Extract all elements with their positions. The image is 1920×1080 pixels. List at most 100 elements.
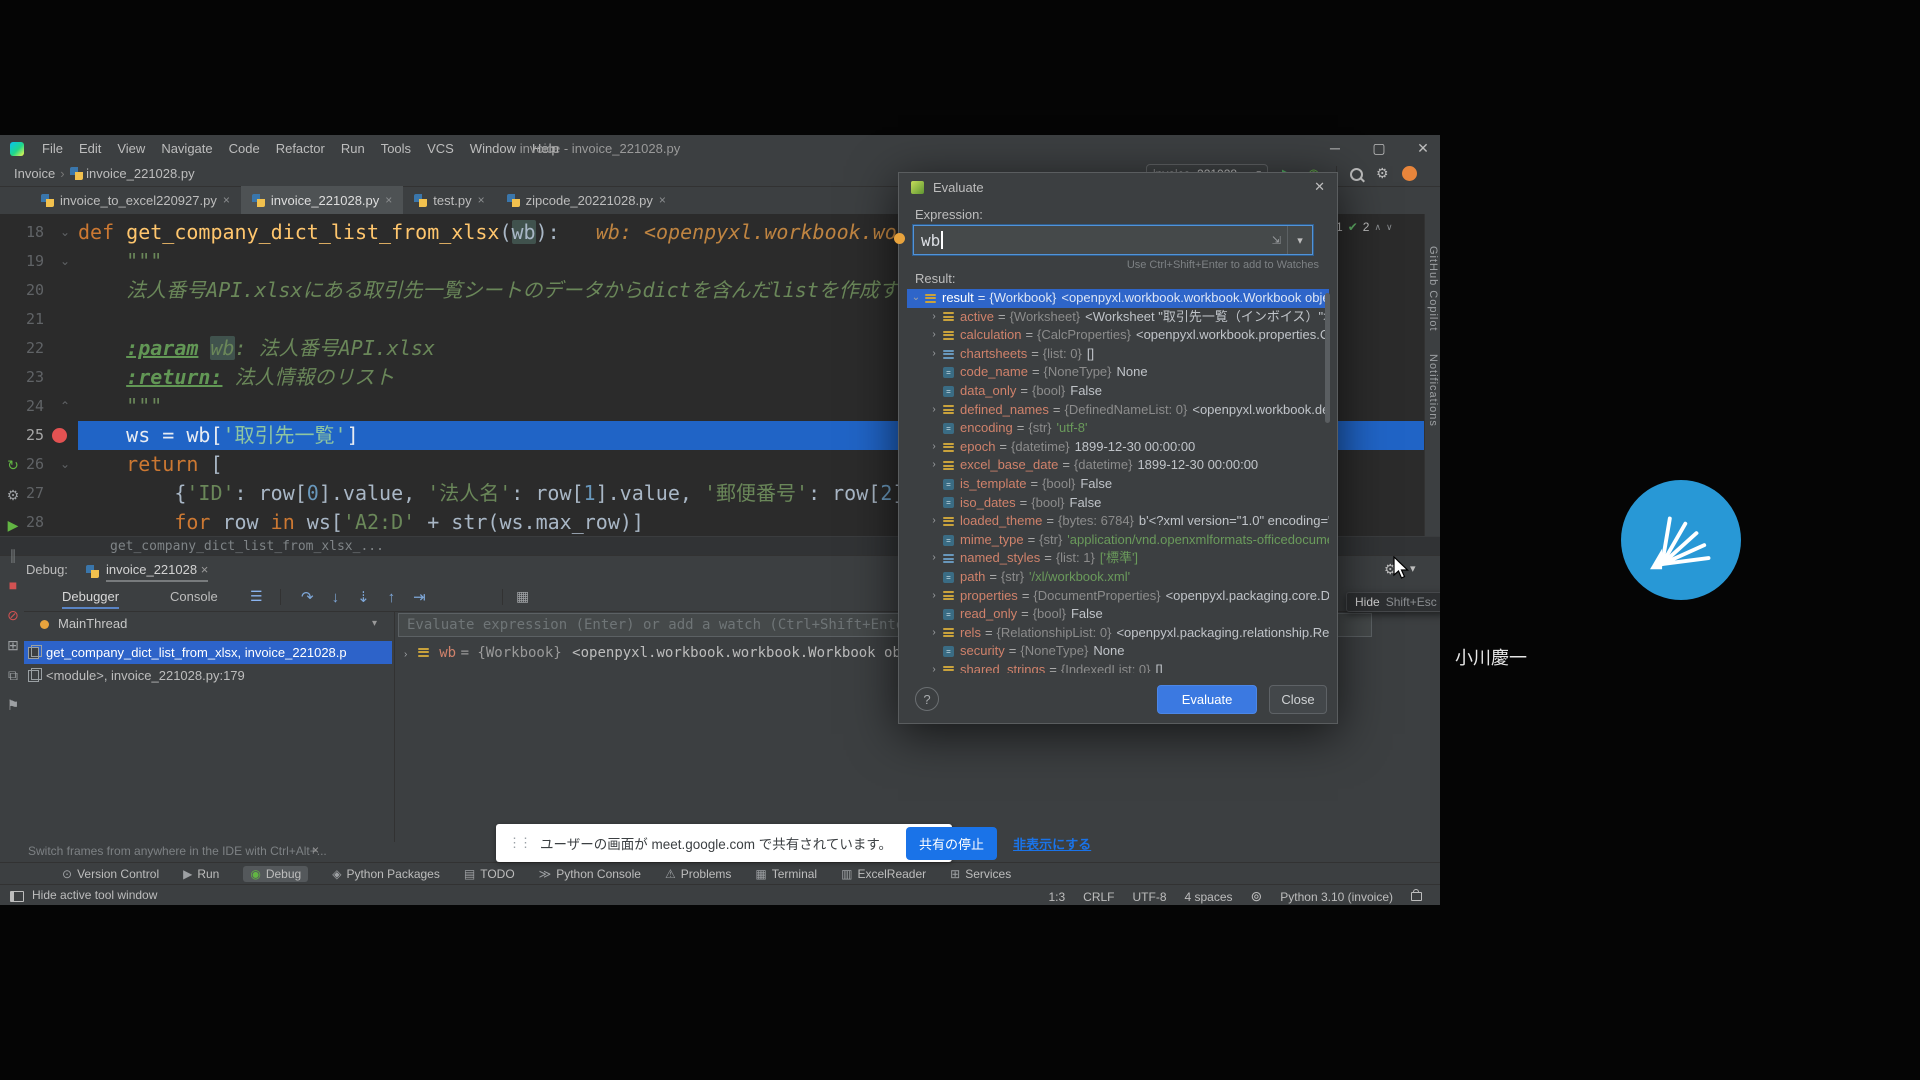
status-item[interactable]: UTF-8 xyxy=(1133,890,1167,904)
step-out-icon[interactable]: ↑ xyxy=(388,589,396,606)
result-tree-row[interactable]: =code_name={NoneType}None xyxy=(907,363,1329,382)
hide-banner-link[interactable]: 非表示にする xyxy=(1013,834,1091,853)
menu-code[interactable]: Code xyxy=(221,135,268,162)
result-tree-row[interactable]: =iso_dates={bool}False xyxy=(907,494,1329,513)
dialog-close-icon[interactable]: ✕ xyxy=(1314,179,1325,195)
step-over-icon[interactable]: ↷ xyxy=(301,589,314,606)
inspections-widget[interactable]: 1 ✔ 2 ∧ ∨ xyxy=(1336,220,1393,234)
close-icon[interactable]: × xyxy=(659,193,666,207)
close-icon[interactable]: × xyxy=(223,193,230,207)
result-tree-row[interactable]: =read_only={bool}False xyxy=(907,605,1329,624)
toolwindow-todo[interactable]: ▤TODO xyxy=(464,867,515,881)
breadcrumb-project[interactable]: Invoice xyxy=(14,166,55,181)
menu-run[interactable]: Run xyxy=(333,135,373,162)
close-icon[interactable]: × xyxy=(385,193,392,207)
result-tree-row[interactable]: ›shared_strings={IndexedList: 0}[] xyxy=(907,661,1329,673)
evaluate-button[interactable]: Evaluate xyxy=(1157,685,1257,714)
fold-marker-icon[interactable]: ⌄ xyxy=(60,218,70,247)
evaluate-expression-icon[interactable]: ▦ xyxy=(516,588,529,605)
dialog-title-bar[interactable]: Evaluate ✕ xyxy=(899,173,1337,201)
tree-scrollbar[interactable] xyxy=(1325,293,1330,423)
toolwindow-terminal[interactable]: ▦Terminal xyxy=(755,867,817,881)
close-icon[interactable]: × xyxy=(478,193,485,207)
search-icon[interactable] xyxy=(1350,168,1363,181)
close-icon[interactable]: × xyxy=(312,843,319,857)
debug-session-tab[interactable]: invoice_221028 × xyxy=(106,562,208,582)
status-item[interactable]: 1:3 xyxy=(1048,890,1065,904)
breadcrumb-file[interactable]: invoice_221028.py xyxy=(86,166,194,181)
result-tree-row[interactable]: ›chartsheets={list: 0}[] xyxy=(907,345,1329,364)
user-avatar[interactable] xyxy=(1402,166,1417,181)
result-tree-row[interactable]: ›epoch={datetime}1899-12-30 00:00:00 xyxy=(907,438,1329,457)
result-tree-row[interactable]: =security={NoneType}None xyxy=(907,642,1329,661)
editor-tab[interactable]: test.py× xyxy=(403,186,495,214)
expression-input[interactable]: wb ⇲ ▾ xyxy=(913,225,1313,255)
stack-frame-module[interactable]: <module>, invoice_221028.py:179 xyxy=(24,664,392,687)
fold-marker-icon[interactable]: ⌃ xyxy=(60,392,70,421)
result-tree[interactable]: ⌄result={Workbook}<openpyxl.workbook.wor… xyxy=(907,289,1329,673)
expand-arrow-icon[interactable]: › xyxy=(398,649,413,660)
close-button[interactable]: Close xyxy=(1269,685,1327,714)
stack-frame-current[interactable]: get_company_dict_list_from_xlsx, invoice… xyxy=(24,641,392,664)
status-item[interactable]: 4 spaces xyxy=(1185,890,1233,904)
stop-icon[interactable]: ■ xyxy=(2,575,24,595)
fold-marker-icon[interactable]: ⌄ xyxy=(60,450,70,479)
tool-window-toggle-icon[interactable] xyxy=(10,891,24,902)
close-button[interactable]: ✕ xyxy=(1406,135,1440,162)
toolwindow-excelreader[interactable]: ▥ExcelReader xyxy=(841,867,926,881)
drag-handle-icon[interactable]: ⋮⋮ xyxy=(508,835,530,851)
result-tree-row[interactable]: ›rels={RelationshipList: 0}<openpyxl.pac… xyxy=(907,624,1329,643)
menu-file[interactable]: File xyxy=(34,135,71,162)
result-tree-row[interactable]: =path={str}'/xl/workbook.xml' xyxy=(907,568,1329,587)
bookmark-icon[interactable]: ⚑ xyxy=(2,695,24,715)
breadcrumb[interactable]: Invoice› invoice_221028.py xyxy=(14,166,195,181)
step-into-icon[interactable]: ↓ xyxy=(332,589,340,606)
run-to-cursor-icon[interactable]: ⇥ xyxy=(413,589,426,606)
stop-sharing-button[interactable]: 共有の停止 xyxy=(906,827,997,860)
result-tree-row[interactable]: ›loaded_theme={bytes: 6784}b'<?xml versi… xyxy=(907,512,1329,531)
menu-vcs[interactable]: VCS xyxy=(419,135,462,162)
expression-history-dropdown[interactable]: ▾ xyxy=(1287,226,1312,254)
help-button[interactable]: ? xyxy=(915,687,939,711)
force-step-into-icon[interactable]: ⇣ xyxy=(357,589,370,606)
editor-tab[interactable]: invoice_to_excel220927.py× xyxy=(30,186,241,214)
result-tree-row[interactable]: ›properties={DocumentProperties}<openpyx… xyxy=(907,587,1329,606)
menu-view[interactable]: View xyxy=(109,135,153,162)
toolwindow-version-control[interactable]: ⊙Version Control xyxy=(62,867,159,881)
toolwindow-problems[interactable]: ⚠Problems xyxy=(665,867,731,881)
toolwindow-debug[interactable]: ◉Debug xyxy=(243,866,308,882)
view-breakpoints-icon[interactable]: ⊞ xyxy=(2,635,24,655)
editor-tab[interactable]: zipcode_20221028.py× xyxy=(496,186,677,214)
result-tree-row[interactable]: =mime_type={str}'application/vnd.openxml… xyxy=(907,531,1329,550)
status-item[interactable]: CRLF xyxy=(1083,890,1114,904)
toolwindow-python-packages[interactable]: ◈Python Packages xyxy=(332,867,440,881)
toolwindow-run[interactable]: ▶Run xyxy=(183,867,219,881)
tab-debugger[interactable]: Debugger xyxy=(62,589,119,609)
result-tree-row[interactable]: ›excel_base_date={datetime}1899-12-30 00… xyxy=(907,456,1329,475)
result-tree-row[interactable]: ›active={Worksheet}<Worksheet "取引先一覧（インボ… xyxy=(907,308,1329,327)
breakpoint-icon[interactable] xyxy=(52,428,67,443)
result-tree-row[interactable]: ›named_styles={list: 1}['標準'] xyxy=(907,549,1329,568)
result-tree-row[interactable]: ›calculation={CalcProperties}<openpyxl.w… xyxy=(907,326,1329,345)
tab-console[interactable]: Console xyxy=(170,589,218,604)
result-tree-row[interactable]: ›defined_names={DefinedNameList: 0}<open… xyxy=(907,401,1329,420)
menu-tools[interactable]: Tools xyxy=(373,135,419,162)
close-icon[interactable]: × xyxy=(201,562,209,577)
restore-layout-icon[interactable]: ⧉ xyxy=(2,665,24,685)
rerun-icon[interactable]: ↻ xyxy=(2,455,24,475)
pause-icon[interactable]: ∥ xyxy=(2,545,24,565)
layout-menu-icon[interactable]: ☰ xyxy=(250,588,263,605)
fold-marker-icon[interactable]: ⌄ xyxy=(60,247,70,276)
result-tree-row[interactable]: =encoding={str}'utf-8' xyxy=(907,419,1329,438)
result-tree-row[interactable]: =data_only={bool}False xyxy=(907,382,1329,401)
mute-breakpoints-icon[interactable]: ⊘ xyxy=(2,605,24,625)
editor-tab[interactable]: invoice_221028.py× xyxy=(241,186,403,214)
toolwindow-python-console[interactable]: ≫Python Console xyxy=(539,867,641,881)
resume-icon[interactable]: ▶ xyxy=(2,515,24,535)
github-icon[interactable]: ⊚ xyxy=(1251,888,1263,905)
menu-navigate[interactable]: Navigate xyxy=(153,135,220,162)
menu-edit[interactable]: Edit xyxy=(71,135,109,162)
chevron-down-icon[interactable]: ∨ xyxy=(1386,222,1393,233)
settings-gear-icon[interactable]: ⚙ xyxy=(1376,165,1389,182)
lock-icon[interactable] xyxy=(1411,892,1422,901)
